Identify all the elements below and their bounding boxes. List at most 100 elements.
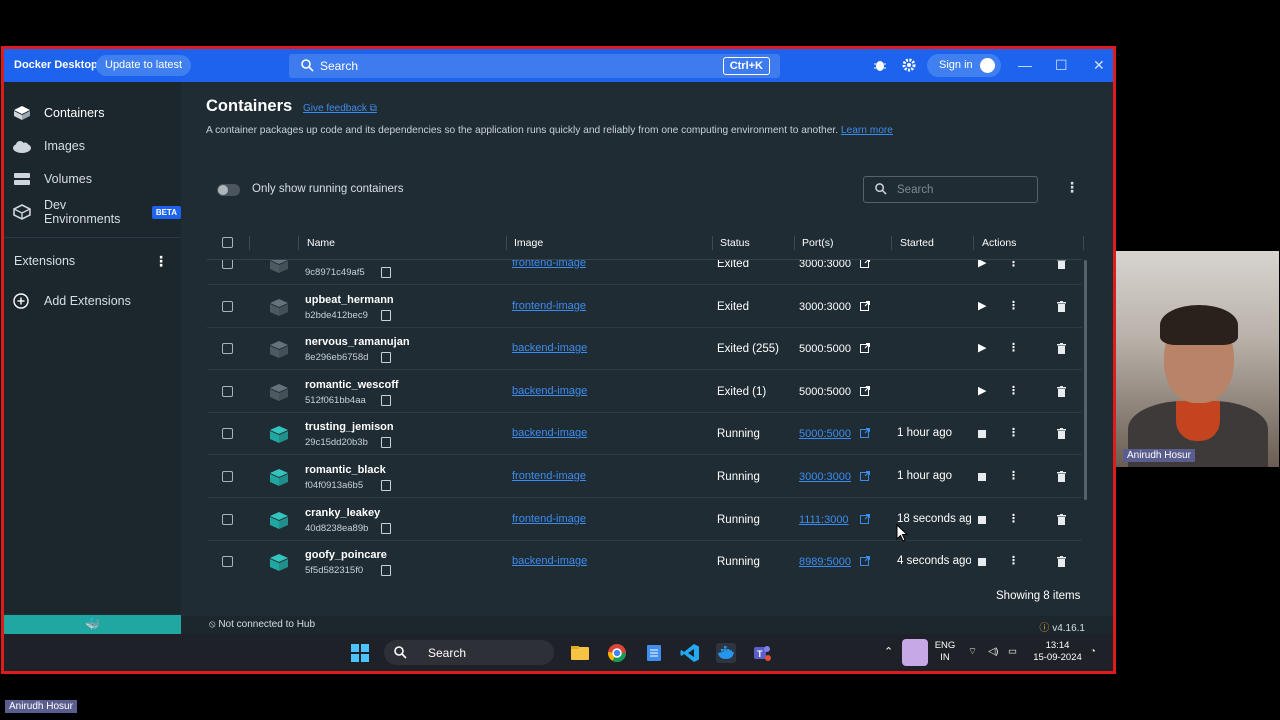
trash-icon[interactable]: [1057, 471, 1066, 482]
wifi-icon[interactable]: ⌔: [968, 646, 977, 658]
external-link-icon[interactable]: [860, 385, 870, 396]
row-menu-icon[interactable]: ⋮: [1008, 260, 1019, 269]
row-checkbox[interactable]: [222, 343, 233, 355]
file-explorer-icon[interactable]: [570, 643, 590, 663]
image-link[interactable]: backend-image: [512, 385, 587, 397]
play-icon[interactable]: ▶: [978, 341, 986, 354]
table-row[interactable]: cranky_leakey 40d8238ea89b frontend-image R…: [207, 499, 1082, 541]
tray-expand-icon[interactable]: ⌃: [884, 646, 893, 658]
external-link-icon[interactable]: [860, 513, 870, 524]
trash-icon[interactable]: [1057, 300, 1066, 312]
copy-icon[interactable]: [380, 522, 391, 534]
table-row[interactable]: upbeat_hermann b2bde412bec9 frontend-image…: [207, 286, 1082, 328]
teams-icon[interactable]: T: [752, 643, 772, 663]
trash-icon[interactable]: [1057, 260, 1066, 269]
trash-icon[interactable]: [1057, 428, 1066, 440]
language-indicator[interactable]: ENG IN: [933, 640, 957, 664]
copy-icon[interactable]: [380, 480, 391, 491]
row-menu-icon[interactable]: ⋮: [1008, 341, 1019, 354]
minimize-icon[interactable]: —: [1018, 57, 1032, 73]
select-all-checkbox[interactable]: [222, 237, 233, 248]
row-menu-icon[interactable]: ⋮: [1008, 469, 1019, 482]
image-link[interactable]: backend-image: [512, 342, 587, 354]
table-scrollbar[interactable]: [1084, 260, 1087, 500]
bug-icon[interactable]: [873, 58, 887, 72]
trash-icon[interactable]: [1057, 385, 1066, 397]
stop-icon[interactable]: [978, 473, 986, 481]
more-options-icon[interactable]: ⋮: [1065, 179, 1079, 196]
sidebar-item-containers[interactable]: Containers: [12, 102, 104, 124]
add-extensions-button[interactable]: Add Extensions: [12, 290, 131, 312]
engine-status-bar[interactable]: 🐳: [4, 615, 181, 634]
global-search[interactable]: Search Ctrl+K: [289, 54, 780, 78]
gear-icon[interactable]: [902, 58, 916, 72]
port-link[interactable]: 5000:5000: [799, 343, 851, 355]
port-link[interactable]: 1111:3000: [799, 514, 849, 526]
image-link[interactable]: frontend-image: [512, 260, 586, 269]
play-icon[interactable]: ▶: [978, 260, 986, 269]
trash-icon[interactable]: [1057, 343, 1066, 355]
stop-icon[interactable]: [978, 515, 986, 524]
table-row[interactable]: 9c8971c49af5 frontend-image Exited 3000:300…: [207, 260, 1082, 285]
stop-icon[interactable]: [978, 558, 986, 567]
external-link-icon[interactable]: [860, 471, 870, 481]
container-name[interactable]: trusting_jemison: [305, 421, 394, 433]
container-name[interactable]: cranky_leakey: [305, 507, 380, 519]
image-link[interactable]: backend-image: [512, 555, 587, 567]
stop-icon[interactable]: [978, 430, 986, 439]
taskbar-search[interactable]: Search: [384, 640, 554, 665]
copy-icon[interactable]: [380, 437, 391, 449]
image-link[interactable]: backend-image: [512, 427, 587, 439]
row-menu-icon[interactable]: ⋮: [1008, 426, 1019, 439]
column-name[interactable]: Name: [307, 237, 335, 249]
running-only-toggle[interactable]: [217, 184, 240, 196]
port-link[interactable]: 3000:3000: [799, 471, 851, 483]
image-link[interactable]: frontend-image: [512, 470, 586, 482]
row-checkbox[interactable]: [222, 385, 233, 397]
copy-icon[interactable]: [380, 267, 391, 278]
battery-icon[interactable]: ▭: [1008, 646, 1017, 658]
clock[interactable]: 13:14 15-09-2024: [1030, 640, 1085, 664]
volume-icon[interactable]: ◁): [988, 646, 998, 658]
docker-taskbar-icon[interactable]: [716, 643, 736, 663]
container-name[interactable]: goofy_poincare: [305, 549, 387, 561]
container-name[interactable]: nervous_ramanujan: [305, 336, 410, 348]
container-name[interactable]: romantic_black: [305, 464, 386, 476]
notifications-icon[interactable]: ◔: [1090, 646, 1096, 658]
row-checkbox[interactable]: [222, 556, 233, 568]
port-link[interactable]: 5000:5000: [799, 386, 851, 398]
sidebar-item-images[interactable]: Images: [12, 135, 85, 157]
sidebar-item-volumes[interactable]: Volumes: [12, 168, 92, 190]
container-name[interactable]: romantic_wescoff: [305, 379, 399, 391]
vscode-icon[interactable]: [680, 643, 700, 663]
play-icon[interactable]: ▶: [978, 384, 986, 397]
external-link-icon[interactable]: [860, 260, 870, 268]
play-icon[interactable]: ▶: [978, 299, 986, 312]
table-row[interactable]: romantic_black f04f0913a6b5 frontend-image…: [207, 456, 1082, 498]
table-row[interactable]: romantic_wescoff 512f061bb4aa backend-imag…: [207, 371, 1082, 413]
update-button[interactable]: Update to latest: [96, 55, 192, 76]
copy-icon[interactable]: [380, 352, 391, 364]
row-menu-icon[interactable]: ⋮: [1008, 512, 1019, 525]
copy-icon[interactable]: [380, 565, 391, 577]
chrome-icon[interactable]: [607, 643, 627, 663]
image-link[interactable]: frontend-image: [512, 513, 586, 525]
port-link[interactable]: 3000:3000: [799, 260, 851, 270]
external-link-icon[interactable]: [860, 556, 870, 567]
learn-more-link[interactable]: Learn more: [841, 125, 893, 136]
row-checkbox[interactable]: [222, 428, 233, 440]
column-image[interactable]: Image: [514, 237, 543, 249]
extensions-menu-icon[interactable]: ⋮: [154, 253, 168, 270]
row-menu-icon[interactable]: ⋮: [1008, 554, 1019, 567]
row-checkbox[interactable]: [222, 260, 233, 269]
signin-button[interactable]: Sign in: [927, 54, 1001, 77]
image-link[interactable]: frontend-image: [512, 300, 586, 312]
trash-icon[interactable]: [1057, 556, 1066, 568]
port-link[interactable]: 3000:3000: [799, 301, 851, 313]
column-status[interactable]: Status: [720, 237, 750, 249]
row-menu-icon[interactable]: ⋮: [1008, 384, 1019, 397]
row-menu-icon[interactable]: ⋮: [1008, 299, 1019, 312]
container-search-input[interactable]: Search: [863, 176, 1038, 203]
table-row[interactable]: trusting_jemison 29c15dd20b3b backend-imag…: [207, 413, 1082, 456]
row-checkbox[interactable]: [222, 513, 233, 525]
